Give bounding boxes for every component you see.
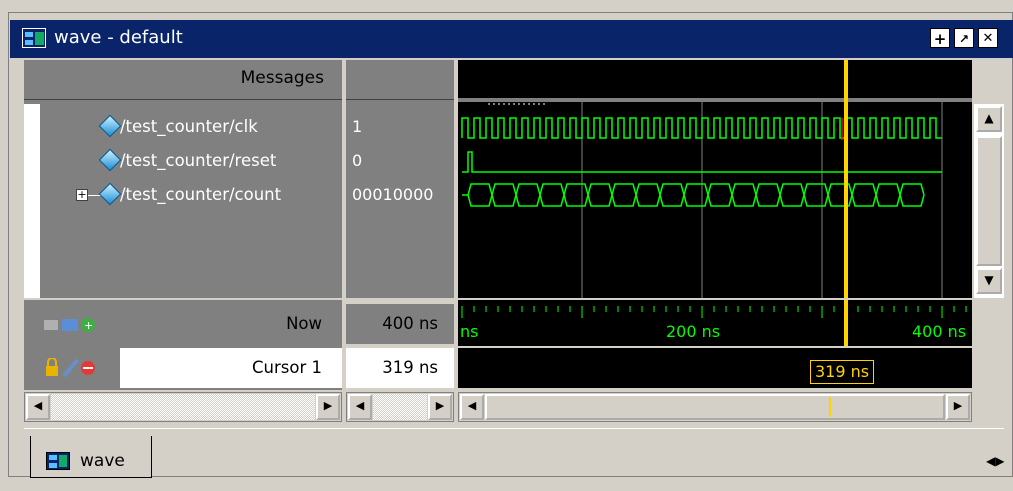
signal-name: /test_counter/count — [120, 185, 282, 204]
now-label: Now — [286, 314, 322, 333]
waveform-pane[interactable] — [458, 60, 972, 298]
signal-row-clk[interactable]: /test_counter/clk — [24, 110, 342, 144]
cursor-label: Cursor 1 — [252, 358, 322, 377]
scroll-right-icon[interactable]: ▶ — [316, 394, 340, 420]
signal-value: 0 — [352, 151, 363, 170]
scroll-down-icon[interactable]: ▼ — [976, 268, 1002, 294]
expand-plus-icon[interactable]: + — [76, 189, 88, 201]
cursor-indicator — [829, 397, 831, 417]
wave-tab-icon — [46, 452, 70, 470]
cursor-strip[interactable]: 319 ns — [458, 348, 972, 388]
scroll-right-icon[interactable]: ▶ — [946, 394, 970, 420]
close-icon[interactable]: ✕ — [978, 28, 998, 48]
cursor-row[interactable]: Cursor 1 — [24, 348, 342, 388]
clk-waveform — [461, 117, 942, 139]
hscroll-track[interactable] — [51, 394, 315, 420]
signal-value: 00010000 — [352, 185, 434, 204]
count-waveform — [462, 183, 925, 207]
vertical-scroll-thumb[interactable] — [976, 136, 1002, 266]
signal-name: /test_counter/reset — [120, 151, 277, 170]
undock-icon[interactable]: ↗ — [954, 28, 974, 48]
now-value-box: 400 ns — [346, 304, 454, 344]
scroll-left-icon[interactable]: ◀ — [26, 394, 50, 420]
wave-hscrollbar[interactable]: ◀ ▶ — [458, 392, 972, 422]
signal-diamond-icon — [98, 148, 122, 172]
window-title: wave - default — [54, 27, 183, 48]
signal-row-reset[interactable]: /test_counter/reset — [24, 144, 342, 178]
signal-diamond-icon — [98, 182, 122, 206]
ruler-label: ns — [460, 322, 479, 341]
scroll-left-icon[interactable]: ◀ — [348, 394, 372, 420]
scroll-left-icon[interactable]: ◀ — [460, 394, 484, 420]
time-ruler[interactable]: ns 200 ns 400 ns — [458, 300, 972, 346]
signal-name: /test_counter/clk — [120, 117, 258, 136]
signal-list: /test_counter/clk /test_counter/reset + … — [24, 110, 342, 220]
wave-window-icon — [22, 28, 46, 48]
ruler-label: 200 ns — [666, 322, 721, 341]
messages-header: Messages — [24, 60, 342, 100]
ruler-label: 400 ns — [912, 322, 967, 341]
cursor-value: 319 ns — [382, 358, 438, 377]
signal-diamond-icon — [98, 114, 122, 138]
scroll-right-icon[interactable]: ▶ — [428, 394, 452, 420]
cursor-value-box: 319 ns — [346, 348, 454, 388]
hscroll-track[interactable] — [373, 394, 427, 420]
dock-icon[interactable]: + — [930, 28, 950, 48]
messages-header-label: Messages — [240, 68, 324, 88]
hscroll-thumb[interactable] — [485, 394, 945, 420]
names-hscrollbar[interactable]: ◀ ▶ — [24, 392, 342, 422]
waveform-canvas — [458, 60, 972, 298]
signal-row-count[interactable]: + /test_counter/count — [24, 178, 342, 212]
cursor-time-flag[interactable]: 319 ns — [810, 360, 875, 384]
now-row: Now — [24, 304, 342, 344]
values-hscrollbar[interactable]: ◀ ▶ — [346, 392, 454, 422]
signal-value: 1 — [352, 117, 363, 136]
now-value: 400 ns — [382, 314, 438, 333]
tab-scroll-arrows-icon[interactable]: ◀▶ — [986, 454, 1004, 468]
values-header — [346, 60, 454, 100]
tab-label: wave — [80, 451, 125, 471]
scroll-up-icon[interactable]: ▲ — [976, 106, 1002, 132]
tab-bar — [24, 428, 1004, 472]
